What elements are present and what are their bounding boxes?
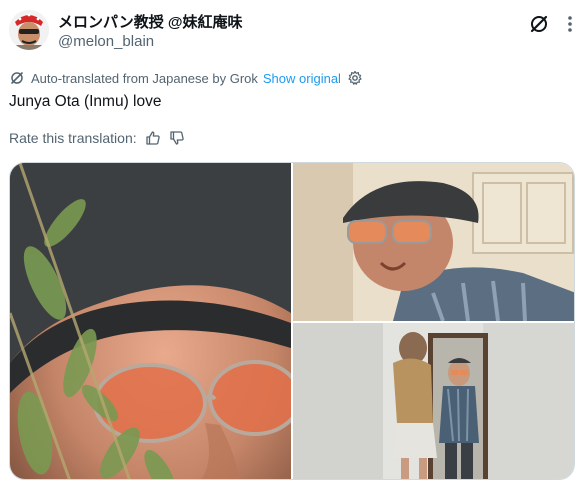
gear-icon[interactable]: [347, 70, 363, 86]
rate-translation: Rate this translation:: [9, 129, 185, 147]
photo-2[interactable]: [293, 163, 574, 321]
grok-icon[interactable]: [527, 12, 551, 36]
translation-note: Auto-translated from Japanese by Grok Sh…: [9, 69, 363, 87]
photo-3[interactable]: [293, 323, 574, 479]
avatar[interactable]: [9, 10, 49, 50]
photo-1[interactable]: [10, 163, 291, 479]
post: メロンパン教授 @妹紅庵味 @melon_blain Auto-translat…: [0, 0, 586, 489]
translation-label: Auto-translated from Japanese by Grok: [31, 70, 258, 86]
rate-label: Rate this translation:: [9, 130, 137, 146]
thumbs-up-icon[interactable]: [145, 130, 161, 146]
thumbs-down-icon[interactable]: [169, 130, 185, 146]
display-name[interactable]: メロンパン教授 @妹紅庵味: [58, 11, 243, 32]
more-icon[interactable]: [560, 12, 580, 36]
post-text: Junya Ota (Inmu) love: [9, 93, 162, 110]
media-grid: [9, 162, 575, 480]
user-handle[interactable]: @melon_blain: [58, 33, 154, 50]
translate-icon: [11, 72, 23, 84]
show-original-link[interactable]: Show original: [263, 71, 341, 86]
